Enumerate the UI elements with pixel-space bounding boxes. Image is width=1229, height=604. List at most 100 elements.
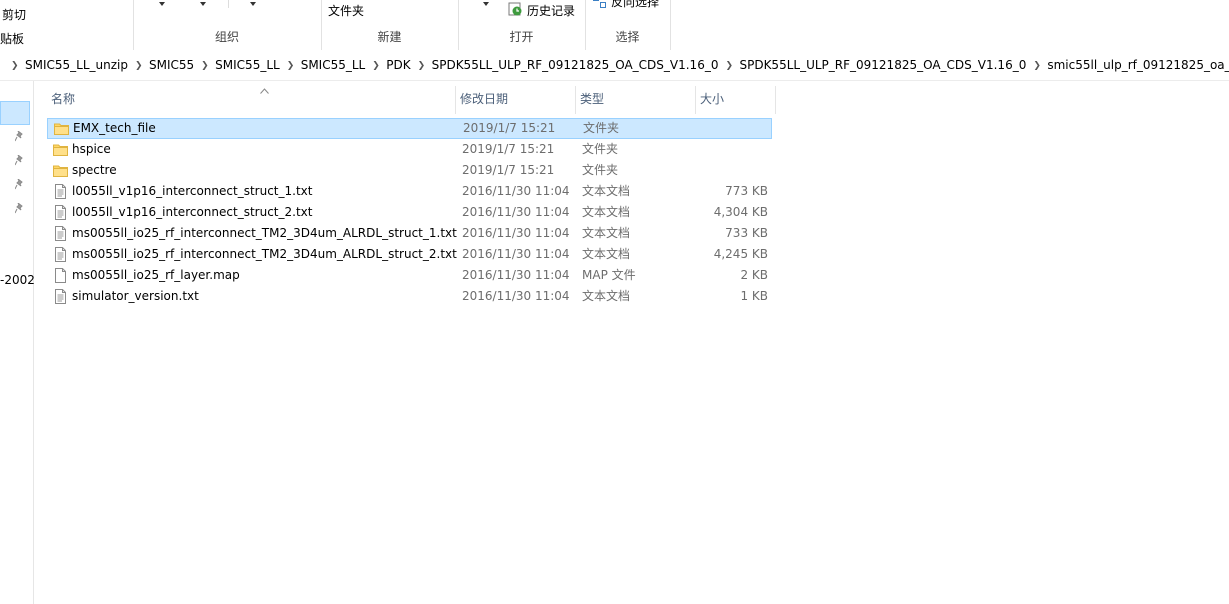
clipboard-group-label: 贴板 xyxy=(0,32,25,46)
breadcrumb-item[interactable]: SPDK55LL_ULP_RF_09121825_OA_CDS_V1.16_0 xyxy=(739,58,1026,72)
pin-icon[interactable] xyxy=(15,155,24,166)
column-header-type[interactable]: 类型 xyxy=(576,86,696,114)
file-size: 733 KB xyxy=(725,226,768,240)
folder-icon xyxy=(53,142,68,157)
address-bar[interactable]: ❯ SMIC55_LL_unzip ❯ SMIC55 ❯ SMIC55_LL ❯ SMIC55… xyxy=(0,50,1229,81)
text-file-icon xyxy=(53,226,68,241)
text-file-icon xyxy=(53,247,68,262)
pin-icon[interactable] xyxy=(15,179,24,190)
breadcrumb-item[interactable]: SMIC55_LL_unzip xyxy=(25,58,128,72)
file-size: 4,304 KB xyxy=(713,205,768,219)
invert-selection-icon xyxy=(593,0,606,8)
pin-icon[interactable] xyxy=(15,203,24,214)
breadcrumb-item[interactable]: smic55ll_ulp_rf_09121825_oa_cds_v1.16_0 xyxy=(1047,58,1229,72)
file-type: 文件夹 xyxy=(583,121,620,135)
open-dropdown-caret[interactable] xyxy=(483,2,489,6)
move-to-dropdown-caret[interactable] xyxy=(159,2,165,6)
nav-item-label[interactable]: -2002 xyxy=(0,273,35,287)
file-date: 2016/11/30 11:04 xyxy=(462,226,570,240)
file-date: 2016/11/30 11:04 xyxy=(462,205,570,219)
file-name: EMX_tech_file xyxy=(73,121,156,135)
breadcrumb-item[interactable]: SMIC55 xyxy=(149,58,194,72)
divider xyxy=(228,0,229,8)
clipboard-group: 剪切 贴板 xyxy=(0,0,134,50)
select-group: 反向选择 选择 xyxy=(585,0,671,50)
pin-icon[interactable] xyxy=(15,131,24,142)
file-name: spectre xyxy=(72,163,117,177)
cut-button[interactable]: 剪切 xyxy=(2,6,26,23)
chevron-right-icon[interactable]: ❯ xyxy=(201,61,209,71)
text-file-icon xyxy=(53,184,68,199)
file-row[interactable]: simulator_version.txt 2016/11/30 11:04 文本文… xyxy=(47,286,772,307)
file-row[interactable]: ms0055ll_io25_rf_interconnect_TM2_3D4um_… xyxy=(47,223,772,244)
file-date: 2019/1/7 15:21 xyxy=(463,121,556,135)
text-file-icon xyxy=(53,205,68,220)
chevron-right-icon[interactable]: ❯ xyxy=(135,61,143,71)
breadcrumb-item[interactable]: SMIC55_LL xyxy=(215,58,280,72)
chevron-right-icon[interactable]: ❯ xyxy=(287,61,295,71)
folder-icon xyxy=(53,163,68,178)
new-group-label: 新建 xyxy=(377,30,402,44)
file-row[interactable]: l0055ll_v1p16_interconnect_struct_2.txt 2… xyxy=(47,202,772,223)
copy-to-dropdown-caret[interactable] xyxy=(200,2,206,6)
file-row[interactable]: ms0055ll_io25_rf_layer.map 2016/11/30 11:… xyxy=(47,265,772,286)
file-name: ms0055ll_io25_rf_interconnect_TM2_3D4um_… xyxy=(72,247,457,261)
column-header-row: 名称 修改日期 类型 大小 xyxy=(47,86,776,114)
file-date: 2016/11/30 11:04 xyxy=(462,289,570,303)
open-group: 历史记录 打开 xyxy=(458,0,586,50)
navigation-pane: -2002 xyxy=(0,81,35,604)
organize-group-label: 组织 xyxy=(214,30,239,44)
new-folder-button[interactable]: 文件夹 xyxy=(328,2,364,19)
ribbon: 剪切 贴板 组织 文件夹 新建 历史记录 打开 反向选择 选择 xyxy=(0,0,1229,51)
history-icon xyxy=(508,2,522,16)
folder-icon xyxy=(54,121,69,136)
file-row[interactable]: ms0055ll_io25_rf_interconnect_TM2_3D4um_… xyxy=(47,244,772,265)
file-date: 2016/11/30 11:04 xyxy=(462,247,570,261)
breadcrumb-item[interactable]: SMIC55_LL xyxy=(301,58,366,72)
file-name: ms0055ll_io25_rf_interconnect_TM2_3D4um_… xyxy=(72,226,457,240)
file-name: hspice xyxy=(72,142,111,156)
file-type: 文件夹 xyxy=(582,142,619,156)
file-size: 773 KB xyxy=(725,184,768,198)
file-row[interactable]: spectre 2019/1/7 15:21 文件夹 xyxy=(47,160,772,181)
organize-group: 组织 xyxy=(133,0,322,50)
file-type: 文本文档 xyxy=(582,205,631,219)
file-size: 4,245 KB xyxy=(713,247,768,261)
history-button[interactable]: 历史记录 xyxy=(527,2,575,19)
chevron-right-icon[interactable]: ❯ xyxy=(418,61,426,71)
file-type: 文件夹 xyxy=(582,163,619,177)
file-type: 文本文档 xyxy=(582,247,631,261)
nav-item-selected[interactable] xyxy=(0,101,30,125)
new-group: 文件夹 新建 xyxy=(321,0,459,50)
column-header-name[interactable]: 名称 xyxy=(47,86,456,114)
file-row[interactable]: l0055ll_v1p16_interconnect_struct_1.txt 2… xyxy=(47,181,772,202)
breadcrumb-item[interactable]: PDK xyxy=(386,58,410,72)
breadcrumb-item[interactable]: SPDK55LL_ULP_RF_09121825_OA_CDS_V1.16_0 xyxy=(432,58,719,72)
file-row[interactable]: hspice 2019/1/7 15:21 文件夹 xyxy=(47,139,772,160)
invert-selection-button[interactable]: 反向选择 xyxy=(611,0,659,10)
chevron-right-icon[interactable]: ❯ xyxy=(11,61,19,71)
chevron-right-icon[interactable]: ❯ xyxy=(372,61,380,71)
file-date: 2019/1/7 15:21 xyxy=(462,142,555,156)
file-type: 文本文档 xyxy=(582,226,631,240)
file-date: 2016/11/30 11:04 xyxy=(462,268,570,282)
column-header-size[interactable]: 大小 xyxy=(696,86,776,114)
file-name: ms0055ll_io25_rf_layer.map xyxy=(72,268,240,282)
file-icon xyxy=(53,268,68,283)
file-row[interactable]: EMX_tech_file 2019/1/7 15:21 文件夹 xyxy=(47,118,772,139)
file-rows: EMX_tech_file 2019/1/7 15:21 文件夹 hspice 2019… xyxy=(47,118,772,307)
open-group-label: 打开 xyxy=(509,30,534,44)
file-date: 2016/11/30 11:04 xyxy=(462,184,570,198)
file-name: simulator_version.txt xyxy=(72,289,199,303)
file-name: l0055ll_v1p16_interconnect_struct_1.txt xyxy=(72,184,313,198)
file-list: 名称 修改日期 类型 大小 EMX_tech_file 2019/1/7 15:2… xyxy=(34,81,1229,604)
file-date: 2019/1/7 15:21 xyxy=(462,163,555,177)
file-type: 文本文档 xyxy=(582,184,631,198)
file-name: l0055ll_v1p16_interconnect_struct_2.txt xyxy=(72,205,313,219)
rename-dropdown-caret[interactable] xyxy=(250,2,256,6)
column-header-date[interactable]: 修改日期 xyxy=(456,86,576,114)
chevron-right-icon[interactable]: ❯ xyxy=(725,61,733,71)
breadcrumb: ❯ SMIC55_LL_unzip ❯ SMIC55 ❯ SMIC55_LL ❯ SMIC55… xyxy=(4,58,1229,72)
select-group-label: 选择 xyxy=(615,30,640,44)
chevron-right-icon[interactable]: ❯ xyxy=(1033,61,1041,71)
